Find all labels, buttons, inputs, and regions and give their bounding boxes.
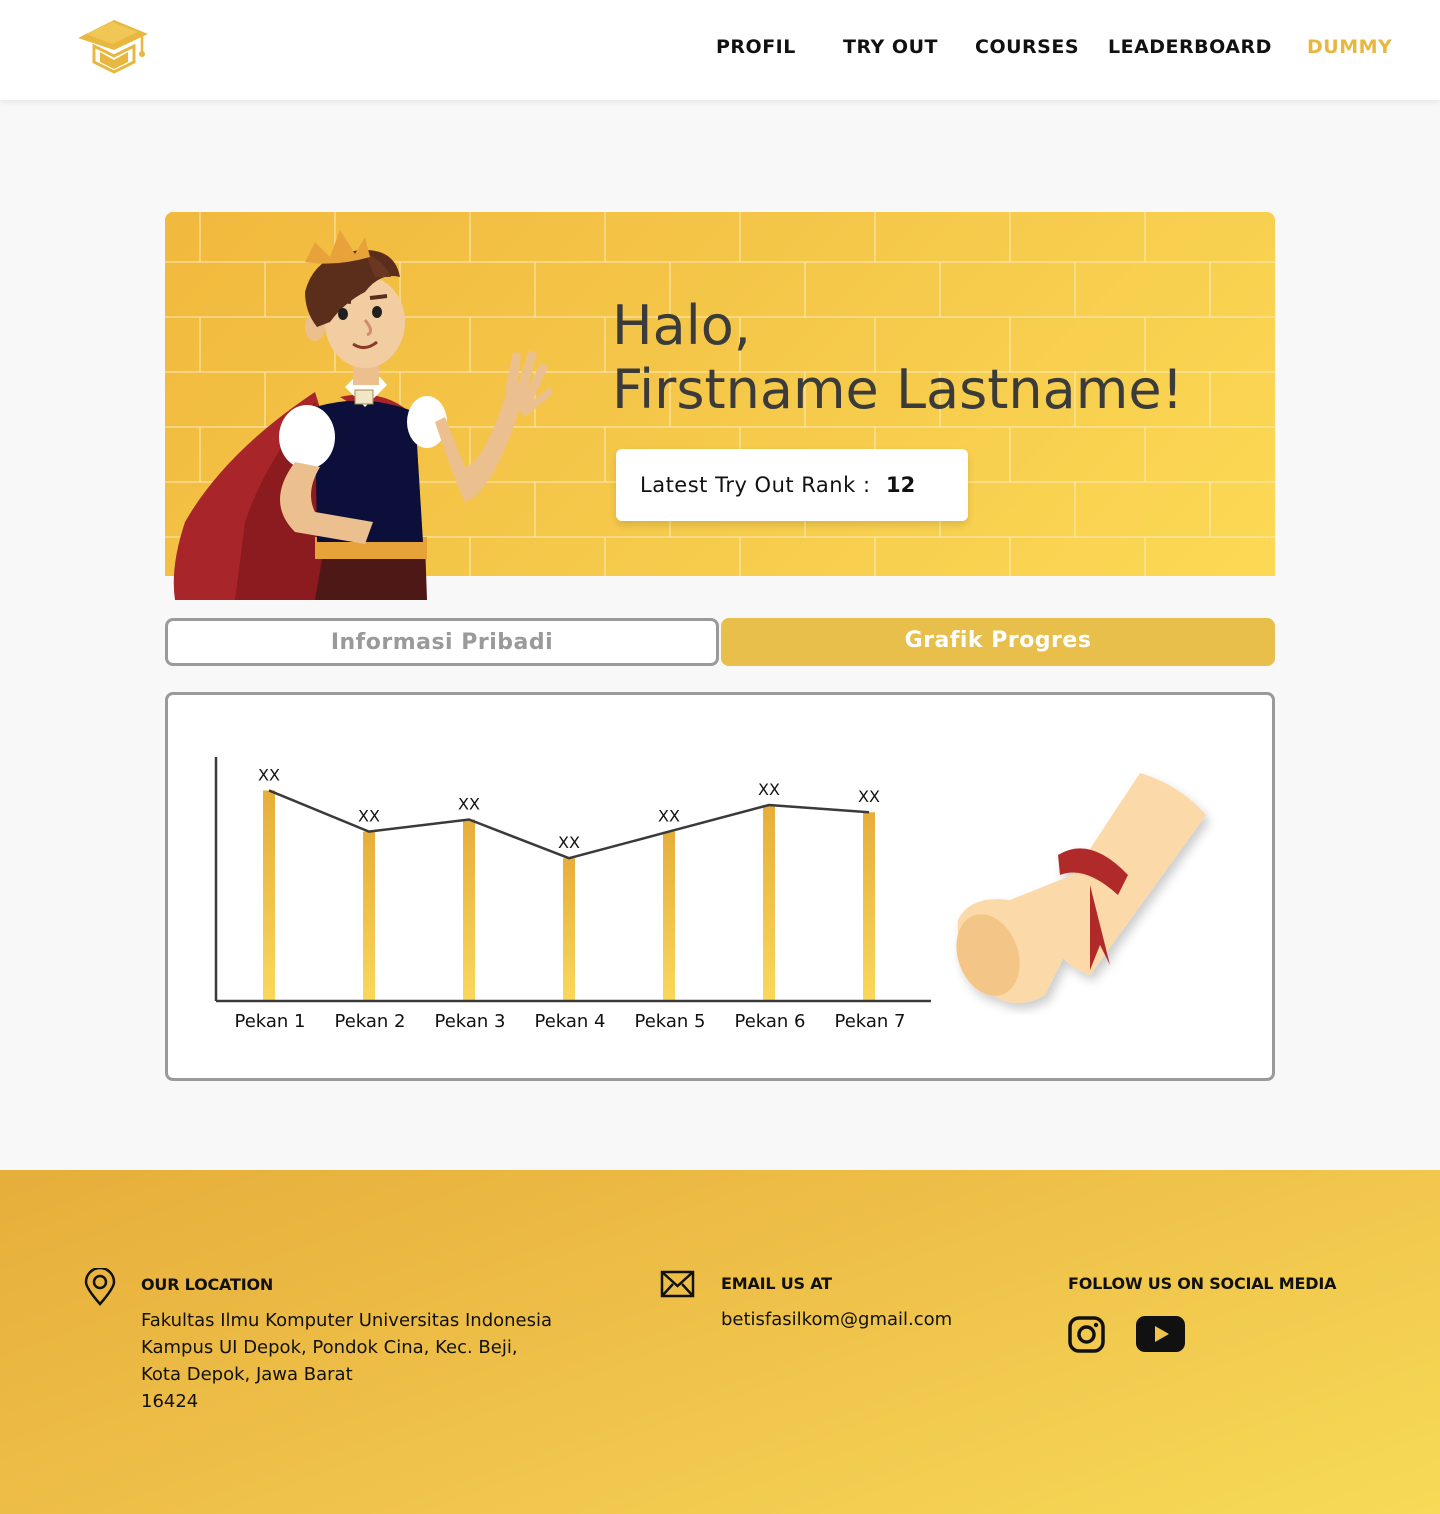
greeting-user-name: Firstname Lastname! — [612, 358, 1184, 421]
chart-data-label: XX — [358, 807, 380, 826]
graduation-cap-logo-icon[interactable] — [76, 16, 150, 82]
address-postcode: 16424 — [141, 1391, 199, 1412]
nav-dummy[interactable]: DUMMY — [1307, 36, 1392, 58]
nav-courses[interactable]: COURSES — [975, 36, 1079, 58]
greeting-line-1: Halo, — [612, 294, 751, 357]
chart-data-label: XX — [758, 780, 780, 799]
location-title: OUR LOCATION — [141, 1275, 274, 1294]
chart-category-label: Pekan 7 — [834, 1011, 905, 1032]
address-line: Fakultas Ilmu Komputer Universitas Indon… — [141, 1310, 553, 1331]
tab-grafik-progres[interactable]: Grafik Progres — [721, 618, 1275, 666]
chart-category-label: Pekan 5 — [634, 1011, 705, 1032]
chart-bar — [863, 812, 875, 1001]
nav-profil[interactable]: PROFIL — [716, 36, 796, 58]
chart-category-label: Pekan 2 — [334, 1011, 405, 1032]
chart-category-label: Pekan 4 — [534, 1011, 605, 1032]
location-pin-icon — [84, 1268, 116, 1306]
rank-card: Latest Try Out Rank : 12 — [616, 449, 968, 521]
header: PROFIL TRY OUT COURSES LEADERBOARD DUMMY — [0, 0, 1440, 100]
diploma-scroll-illustration — [956, 773, 1206, 1003]
chart-bar — [463, 819, 475, 1001]
nav-try-out[interactable]: TRY OUT — [843, 36, 938, 58]
chart-data-label: XX — [258, 765, 280, 784]
rank-value: 12 — [886, 473, 916, 497]
envelope-icon — [660, 1270, 695, 1298]
chart-category-label: Pekan 1 — [234, 1011, 305, 1032]
rank-label: Latest Try Out Rank : — [640, 473, 871, 497]
address-line: Kampus UI Depok, Pondok Cina, Kec. Beji, — [141, 1337, 518, 1358]
chart-bar — [363, 831, 375, 1001]
instagram-icon[interactable] — [1068, 1316, 1105, 1353]
address-line: Kota Depok, Jawa Barat — [141, 1364, 353, 1385]
chart-bar — [763, 804, 775, 1001]
tab-informasi-pribadi[interactable]: Informasi Pribadi — [165, 618, 719, 666]
location-address: Fakultas Ilmu Komputer Universitas Indon… — [141, 1307, 552, 1415]
chart-data-label: XX — [858, 787, 880, 806]
prince-character-illustration — [173, 230, 553, 600]
email-link[interactable]: betisfasilkom@gmail.com — [721, 1306, 952, 1333]
chart-data-label: XX — [558, 833, 580, 852]
chart-category-label: Pekan 3 — [434, 1011, 505, 1032]
chart-bar — [663, 831, 675, 1001]
chart-category-label: Pekan 6 — [734, 1011, 805, 1032]
social-title: FOLLOW US ON SOCIAL MEDIA — [1068, 1274, 1337, 1293]
footer: OUR LOCATION Fakultas Ilmu Komputer Univ… — [0, 1170, 1440, 1514]
chart-bar — [263, 790, 275, 1001]
chart-data-label: XX — [658, 807, 680, 826]
youtube-icon[interactable] — [1136, 1316, 1185, 1352]
chart-data-label: XX — [458, 795, 480, 814]
nav-leaderboard[interactable]: LEADERBOARD — [1108, 36, 1272, 58]
email-title: EMAIL US AT — [721, 1274, 832, 1293]
greeting: Halo, Firstname Lastname! — [612, 294, 1183, 422]
chart-bar — [563, 858, 575, 1001]
